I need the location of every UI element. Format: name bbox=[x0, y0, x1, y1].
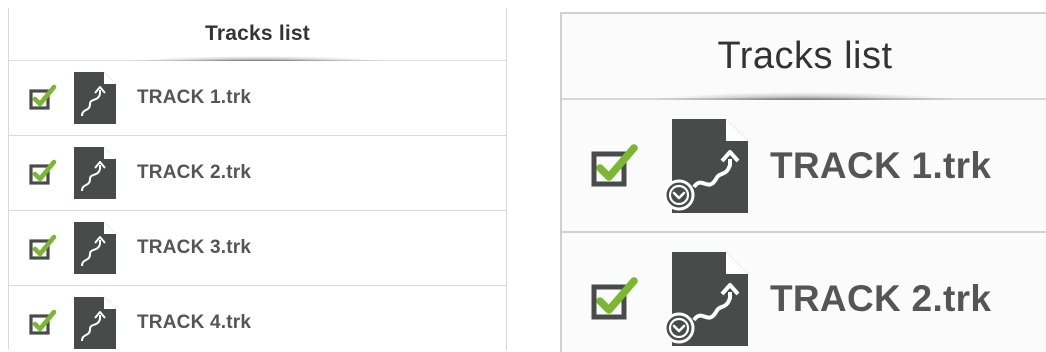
track-file-icon bbox=[74, 72, 116, 124]
track-file-icon bbox=[663, 251, 748, 346]
track-row[interactable]: TRACK 4.trk bbox=[9, 286, 506, 350]
checkbox-checked-icon[interactable] bbox=[590, 275, 638, 323]
track-row[interactable]: TRACK 1.trk bbox=[9, 61, 506, 136]
track-name: TRACK 2.trk bbox=[770, 277, 992, 319]
track-file-icon bbox=[74, 222, 116, 274]
track-row[interactable]: TRACK 2.trk bbox=[9, 136, 506, 211]
checkbox-checked-icon[interactable] bbox=[29, 84, 57, 112]
track-name: TRACK 2.trk bbox=[137, 162, 252, 183]
checkbox-checked-icon[interactable] bbox=[590, 142, 638, 190]
track-file-icon bbox=[74, 147, 116, 199]
checkbox-checked-icon[interactable] bbox=[29, 159, 57, 187]
checkbox-checked-icon[interactable] bbox=[29, 309, 57, 337]
page-title: Tracks list bbox=[717, 34, 893, 77]
checkbox-checked-icon[interactable] bbox=[29, 234, 57, 262]
tracks-list-header: Tracks list bbox=[562, 14, 1046, 112]
track-row[interactable]: TRACK 1.trk bbox=[562, 100, 1046, 233]
track-name: TRACK 3.trk bbox=[137, 237, 252, 258]
track-name: TRACK 1.trk bbox=[770, 144, 992, 186]
track-name: TRACK 4.trk bbox=[137, 312, 252, 333]
track-name: TRACK 1.trk bbox=[137, 87, 252, 108]
tracks-list-panel-large: Tracks list TRACK 1.trk TRACK 2.trk bbox=[560, 12, 1046, 352]
track-row[interactable]: TRACK 2.trk bbox=[562, 233, 1046, 352]
track-file-icon bbox=[74, 297, 116, 349]
track-row[interactable]: TRACK 3.trk bbox=[9, 211, 506, 286]
track-file-icon bbox=[663, 118, 748, 213]
tracks-list-header: Tracks list bbox=[9, 8, 506, 68]
tracks-list-panel-small: Tracks list TRACK 1.trk TRACK 2.trk TRAC… bbox=[8, 8, 507, 350]
page-title: Tracks list bbox=[205, 22, 310, 45]
